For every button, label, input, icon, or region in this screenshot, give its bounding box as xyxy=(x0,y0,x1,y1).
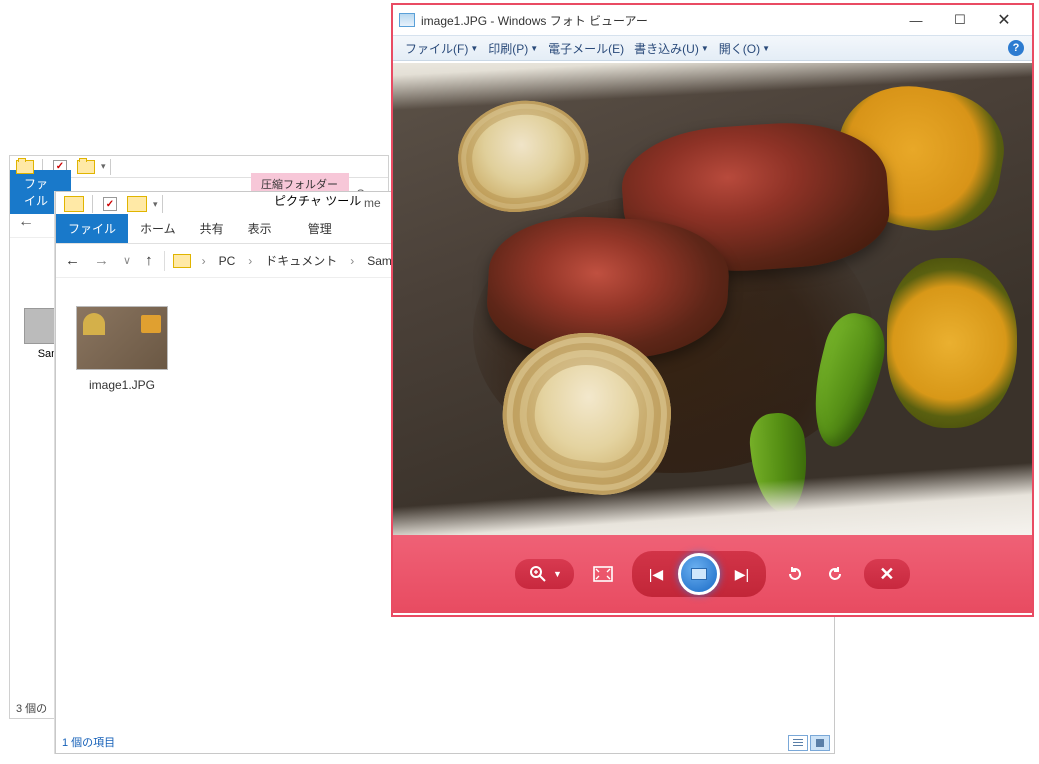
dropdown-icon[interactable]: ▾ xyxy=(153,199,158,210)
chevron-down-icon[interactable]: ▼ xyxy=(553,569,562,579)
playback-group: |◀ ▶| xyxy=(632,551,766,597)
menu-open[interactable]: 開く(O)▼ xyxy=(715,37,774,60)
window-title: image1.JPG - Windows フォト ビューアー xyxy=(421,12,648,29)
chevron-down-icon: ▼ xyxy=(530,44,538,53)
dropdown-icon[interactable]: ▾ xyxy=(101,161,106,172)
window-controls: — ☐ ✕ xyxy=(894,6,1026,34)
pumpkin-shape xyxy=(887,258,1017,428)
file-label: image1.JPG xyxy=(74,378,170,392)
thumbnails-view-button[interactable] xyxy=(810,735,830,751)
maximize-button[interactable]: ☐ xyxy=(938,6,982,34)
rotate-cw-button[interactable] xyxy=(824,563,846,585)
tab-share[interactable]: 共有 xyxy=(188,214,236,243)
up-arrow-icon[interactable]: ↑ xyxy=(142,249,156,272)
slideshow-button[interactable] xyxy=(678,553,720,595)
fit-to-window-button[interactable] xyxy=(592,563,614,585)
breadcrumb-separator[interactable]: › xyxy=(347,254,357,268)
close-button[interactable]: ✕ xyxy=(982,6,1026,34)
context-group-label: ピクチャ ツール xyxy=(274,192,361,209)
window-title: me xyxy=(364,196,381,210)
onion-shape xyxy=(451,92,595,219)
viewer-toolbar: ▼ |◀ ▶| ✕ xyxy=(393,535,1032,613)
back-arrow-icon[interactable]: ← xyxy=(18,213,34,231)
menu-burn[interactable]: 書き込み(U)▼ xyxy=(630,37,713,60)
chevron-down-icon: ▼ xyxy=(470,44,478,53)
minimize-button[interactable]: — xyxy=(894,6,938,34)
folder-icon[interactable] xyxy=(127,196,147,212)
folder-icon xyxy=(173,254,191,268)
breadcrumb-separator[interactable]: › xyxy=(245,254,255,268)
separator xyxy=(164,251,165,271)
properties-icon[interactable]: ✓ xyxy=(103,197,117,211)
next-button[interactable]: ▶| xyxy=(720,560,764,588)
previous-button[interactable]: |◀ xyxy=(634,560,678,588)
menu-print[interactable]: 印刷(P)▼ xyxy=(484,37,542,60)
screen-icon xyxy=(691,568,707,580)
tab-manage[interactable]: 管理 xyxy=(296,214,344,243)
rotate-ccw-button[interactable] xyxy=(784,563,806,585)
tab-view[interactable]: 表示 xyxy=(236,214,284,243)
chevron-down-icon: ▼ xyxy=(762,44,770,53)
folder-icon[interactable] xyxy=(16,160,34,174)
plate-edge xyxy=(393,460,1032,535)
forward-arrow-icon[interactable]: → xyxy=(91,249,112,272)
separator xyxy=(162,195,163,213)
back-arrow-icon[interactable]: ← xyxy=(62,249,83,272)
image-viewport[interactable] xyxy=(393,61,1032,535)
menubar: ファイル(F)▼ 印刷(P)▼ 電子メール(E) 書き込み(U)▼ 開く(O)▼… xyxy=(393,35,1032,61)
photo-viewer-window: image1.JPG - Windows フォト ビューアー — ☐ ✕ ファイ… xyxy=(391,3,1034,617)
separator xyxy=(92,195,93,213)
file-item[interactable]: image1.JPG xyxy=(74,306,170,392)
status-bar-back: 3 個の xyxy=(16,700,47,716)
breadcrumb-pc[interactable]: PC xyxy=(217,254,238,268)
separator xyxy=(110,159,111,175)
titlebar[interactable]: image1.JPG - Windows フォト ビューアー — ☐ ✕ xyxy=(393,5,1032,35)
details-view-button[interactable] xyxy=(788,735,808,751)
delete-group: ✕ xyxy=(864,559,910,589)
tab-home[interactable]: ホーム xyxy=(128,214,188,243)
breadcrumb-documents[interactable]: ドキュメント xyxy=(263,252,339,269)
zoom-button[interactable] xyxy=(527,563,549,585)
zoom-group: ▼ xyxy=(515,559,574,589)
folder-icon[interactable] xyxy=(64,196,84,212)
folder-icon[interactable] xyxy=(77,160,95,174)
image-thumb-icon xyxy=(76,306,168,370)
help-button[interactable]: ? xyxy=(1008,40,1024,56)
app-icon xyxy=(399,13,415,27)
breadcrumb-separator[interactable]: › xyxy=(199,254,209,268)
delete-button[interactable]: ✕ xyxy=(876,563,898,585)
status-bar-front: 1 個の項目 xyxy=(62,734,115,750)
menu-email[interactable]: 電子メール(E) xyxy=(544,37,628,60)
chevron-down-icon: ▼ xyxy=(701,44,709,53)
recent-dropdown-icon[interactable]: ∨ xyxy=(120,251,134,270)
view-mode-buttons xyxy=(788,735,830,751)
menu-file[interactable]: ファイル(F)▼ xyxy=(401,37,482,60)
tab-file[interactable]: ファイル xyxy=(56,214,128,243)
